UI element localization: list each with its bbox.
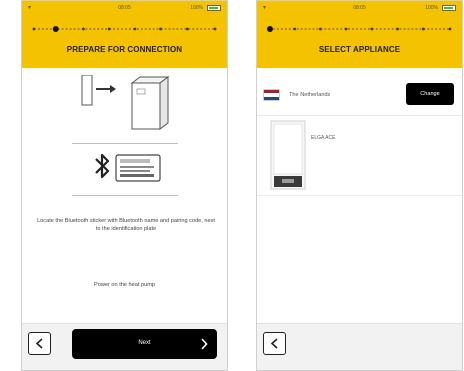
back-button[interactable] [28,332,51,355]
page-title: SELECT APPLIANCE [318,45,401,54]
power-on-text: Power on the heat pump [94,282,155,288]
country-row: The Netherlands Change [257,81,462,109]
step-progress [32,23,217,35]
appliance-list-item[interactable]: ELGA ACE [257,117,462,193]
chevron-left-icon [270,338,278,349]
list-divider [257,195,462,196]
page-title: PREPARE FOR CONNECTION [66,45,183,54]
instruction-text: Locate the Bluetooth sticker with Blueto… [37,218,215,232]
header-bar: ▾ 08:05 100% PREPARE FOR CONNECTION [22,1,227,68]
bluetooth-icon [95,153,110,179]
chevron-left-icon [35,338,43,349]
netherlands-flag-icon [264,90,279,100]
battery-percent: 100% [425,5,438,11]
bottom-nav [257,323,462,370]
status-bar: ▾ 08:05 100% [22,1,227,15]
step-progress [267,23,452,35]
battery-icon [207,5,221,11]
select-appliance-screen: ▾ 08:05 100% SELECT APPLIANCE The Nether… [256,0,463,371]
bluetooth-sticker-illustration [95,153,161,182]
appliance-name: ELGA ACE [311,135,336,141]
status-bar: ▾ 08:05 100% [257,1,462,15]
heat-pump-unit-image [270,120,306,190]
next-button-label: Next [138,340,151,346]
chevron-right-icon [201,338,208,350]
divider-bottom [72,195,178,196]
prepare-connection-screen: ▾ 08:05 100% PREPARE FOR CONNECTION Loca… [21,0,228,371]
country-name: The Netherlands [289,92,331,98]
back-button[interactable] [263,332,286,355]
divider-top [72,143,178,144]
list-divider [257,115,462,116]
heat-pump-illustration [81,75,170,130]
change-country-button[interactable]: Change [406,83,454,105]
battery-icon [442,5,456,11]
next-button[interactable]: Next [72,329,217,359]
battery-percent: 100% [190,5,203,11]
bottom-nav: Next [22,323,227,370]
header-bar: ▾ 08:05 100% SELECT APPLIANCE [257,1,462,68]
change-button-label: Change [420,91,440,97]
